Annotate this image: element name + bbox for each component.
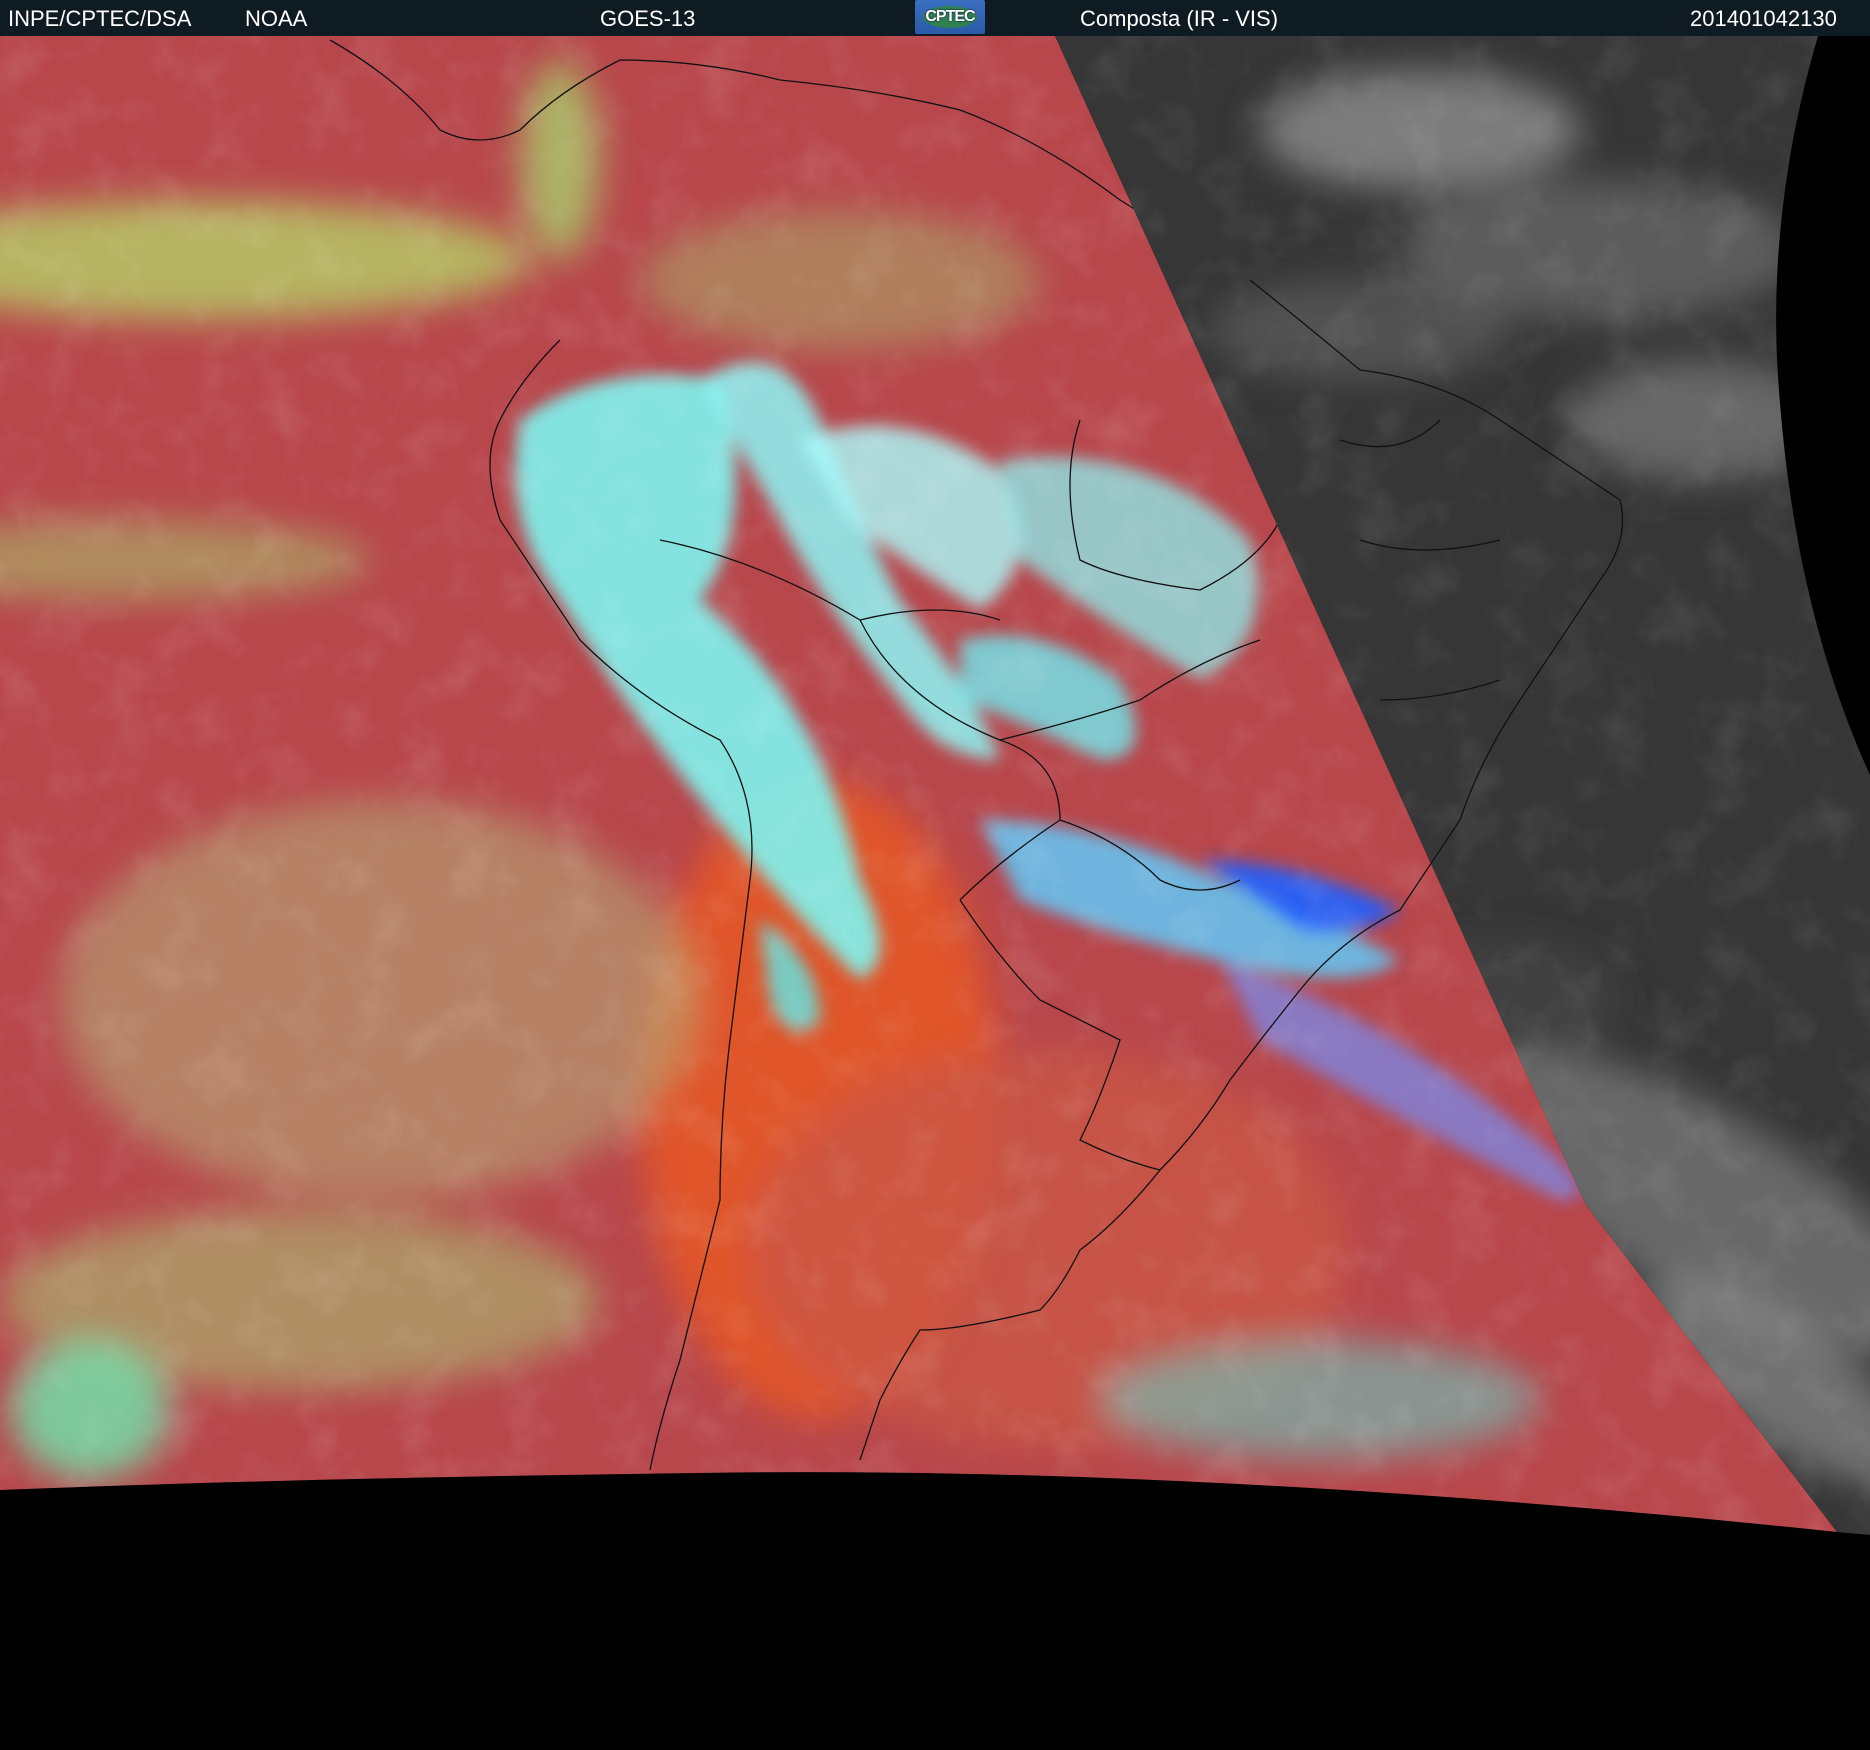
title-bar: INPE/CPTEC/DSA NOAA GOES-13 CPTEC Compos… bbox=[0, 0, 1870, 36]
product-label: Composta (IR - VIS) bbox=[1080, 6, 1279, 31]
agency-label: NOAA bbox=[245, 6, 308, 31]
institution-label: INPE/CPTEC/DSA bbox=[8, 6, 192, 31]
timestamp-label: 201401042130 bbox=[1690, 6, 1837, 31]
cptec-logo: CPTEC bbox=[915, 0, 985, 34]
satellite-label: GOES-13 bbox=[600, 6, 696, 31]
satellite-image bbox=[0, 36, 1870, 1535]
